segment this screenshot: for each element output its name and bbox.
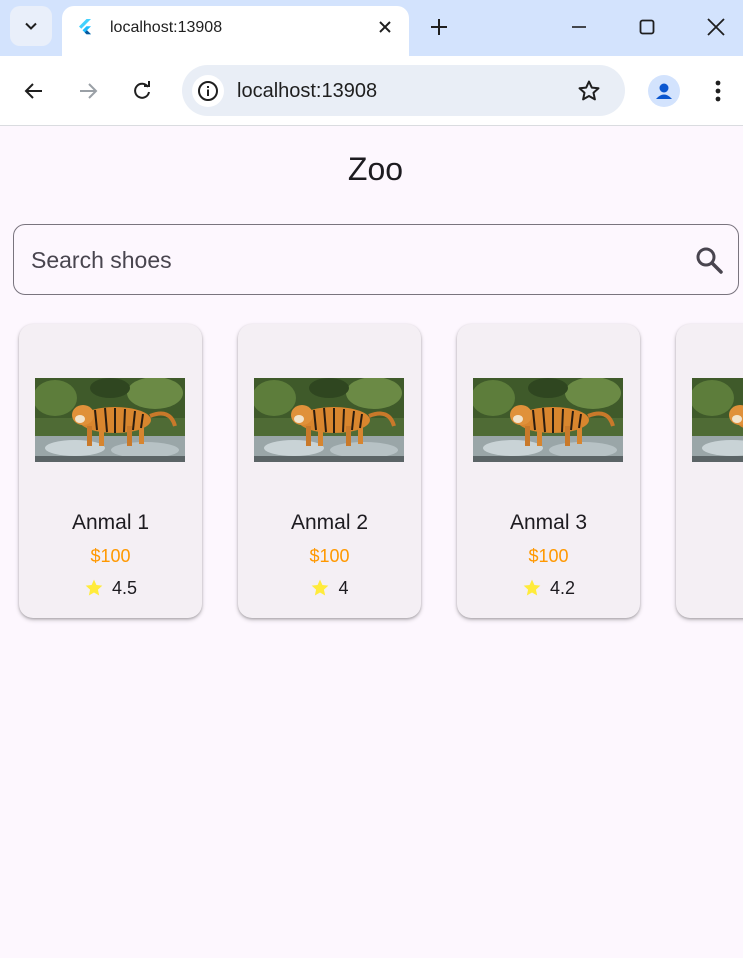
new-tab-button[interactable] — [426, 14, 452, 40]
minimize-icon — [572, 26, 586, 28]
tiger-image — [473, 378, 623, 462]
person-icon — [656, 83, 672, 99]
tab-close-button[interactable] — [374, 16, 396, 38]
product-name: An — [676, 510, 743, 536]
page-content: Zoo Anmal 1 $100 4.5 Anmal 2 $100 4 — [0, 127, 743, 958]
maximize-icon — [639, 19, 655, 35]
maximize-button[interactable] — [633, 13, 661, 41]
minimize-button[interactable] — [565, 13, 593, 41]
star-icon — [312, 579, 329, 596]
tiger-image — [254, 378, 404, 462]
chevron-down-icon — [25, 22, 37, 30]
tiger-image — [35, 378, 185, 462]
product-card[interactable]: An — [676, 324, 743, 618]
product-card[interactable]: Anmal 3 $100 4.2 — [457, 324, 640, 618]
info-icon — [198, 81, 218, 101]
site-info-button[interactable] — [192, 75, 224, 107]
product-card[interactable]: Anmal 1 $100 4.5 — [19, 324, 202, 618]
product-price: $100 — [309, 546, 350, 566]
flutter-icon — [79, 19, 91, 35]
search-button[interactable] — [694, 245, 724, 275]
arrow-right-icon — [80, 83, 98, 99]
profile-button[interactable] — [648, 75, 680, 107]
search-icon — [696, 247, 723, 274]
rating-value: 4.5 — [111, 578, 138, 598]
product-rating: 4.2 — [457, 576, 640, 600]
browser-tab[interactable]: localhost:13908 — [62, 6, 409, 56]
arrow-left-icon — [24, 83, 42, 99]
back-button[interactable] — [18, 75, 50, 107]
product-rating: 4 — [238, 576, 421, 600]
forward-button[interactable] — [72, 75, 104, 107]
url-text[interactable]: localhost:13908 — [237, 80, 377, 102]
product-list: Anmal 1 $100 4.5 Anmal 2 $100 4 Anmal 3 … — [0, 324, 743, 624]
browser-menu-button[interactable] — [702, 75, 734, 107]
tab-search-button[interactable] — [10, 6, 52, 46]
product-name: Anmal 3 — [509, 511, 588, 534]
tab-title: localhost:13908 — [110, 19, 223, 36]
page-title: Zoo — [347, 151, 404, 187]
tab-strip: localhost:13908 — [0, 0, 743, 56]
product-name: Anmal 1 — [71, 511, 150, 534]
rating-value: 4.2 — [549, 578, 576, 598]
bookmark-button[interactable] — [575, 77, 603, 105]
close-icon — [707, 18, 725, 36]
product-name: Anmal 2 — [290, 511, 369, 534]
product-rating: 4.5 — [19, 576, 202, 600]
address-bar[interactable]: localhost:13908 — [182, 65, 625, 116]
star-icon — [85, 579, 103, 596]
plus-icon — [431, 19, 447, 35]
star-icon — [523, 579, 541, 596]
close-icon — [379, 21, 391, 33]
rating-value: 4 — [338, 578, 349, 598]
reload-button[interactable] — [126, 75, 158, 107]
tiger-image — [692, 378, 743, 462]
star-outline-icon — [578, 80, 600, 101]
more-vert-icon — [715, 80, 721, 102]
search-field[interactable] — [13, 224, 739, 295]
product-price: $100 — [528, 546, 569, 566]
product-card[interactable]: Anmal 2 $100 4 — [238, 324, 421, 618]
product-price: $100 — [90, 546, 131, 566]
browser-toolbar: localhost:13908 — [0, 56, 743, 126]
search-input[interactable] — [31, 243, 671, 277]
reload-icon — [134, 81, 150, 99]
window-close-button[interactable] — [702, 13, 730, 41]
